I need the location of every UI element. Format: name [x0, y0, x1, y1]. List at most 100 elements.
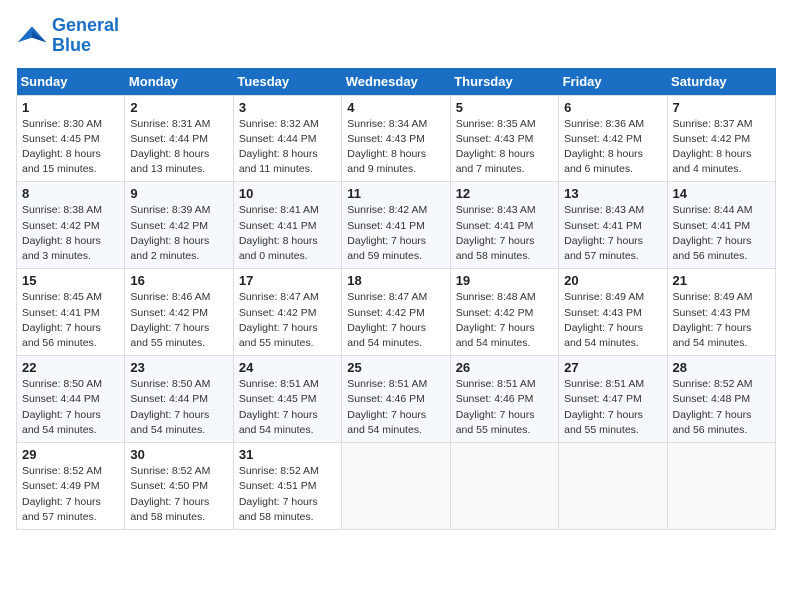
weekday-header-wednesday: Wednesday — [342, 68, 450, 96]
calendar-cell: 9 Sunrise: 8:39 AMSunset: 4:42 PMDayligh… — [125, 182, 233, 269]
day-info: Sunrise: 8:30 AMSunset: 4:45 PMDaylight:… — [22, 117, 119, 178]
calendar-cell: 22 Sunrise: 8:50 AMSunset: 4:44 PMDaylig… — [17, 356, 125, 443]
calendar-cell: 11 Sunrise: 8:42 AMSunset: 4:41 PMDaylig… — [342, 182, 450, 269]
day-info: Sunrise: 8:49 AMSunset: 4:43 PMDaylight:… — [564, 290, 661, 351]
calendar-cell: 18 Sunrise: 8:47 AMSunset: 4:42 PMDaylig… — [342, 269, 450, 356]
calendar-row-1: 1 Sunrise: 8:30 AMSunset: 4:45 PMDayligh… — [17, 95, 776, 182]
day-info: Sunrise: 8:50 AMSunset: 4:44 PMDaylight:… — [130, 377, 227, 438]
day-number: 7 — [673, 100, 770, 115]
day-info: Sunrise: 8:51 AMSunset: 4:46 PMDaylight:… — [456, 377, 553, 438]
day-number: 11 — [347, 186, 444, 201]
calendar-cell: 12 Sunrise: 8:43 AMSunset: 4:41 PMDaylig… — [450, 182, 558, 269]
day-info: Sunrise: 8:45 AMSunset: 4:41 PMDaylight:… — [22, 290, 119, 351]
day-number: 27 — [564, 360, 661, 375]
day-info: Sunrise: 8:31 AMSunset: 4:44 PMDaylight:… — [130, 117, 227, 178]
day-number: 21 — [673, 273, 770, 288]
calendar-cell — [559, 443, 667, 530]
day-number: 15 — [22, 273, 119, 288]
day-number: 28 — [673, 360, 770, 375]
logo-text: General Blue — [52, 16, 119, 56]
day-info: Sunrise: 8:32 AMSunset: 4:44 PMDaylight:… — [239, 117, 336, 178]
calendar-cell: 6 Sunrise: 8:36 AMSunset: 4:42 PMDayligh… — [559, 95, 667, 182]
day-number: 13 — [564, 186, 661, 201]
weekday-header-sunday: Sunday — [17, 68, 125, 96]
calendar-cell: 27 Sunrise: 8:51 AMSunset: 4:47 PMDaylig… — [559, 356, 667, 443]
day-info: Sunrise: 8:41 AMSunset: 4:41 PMDaylight:… — [239, 203, 336, 264]
day-info: Sunrise: 8:46 AMSunset: 4:42 PMDaylight:… — [130, 290, 227, 351]
day-number: 9 — [130, 186, 227, 201]
calendar-cell: 16 Sunrise: 8:46 AMSunset: 4:42 PMDaylig… — [125, 269, 233, 356]
day-info: Sunrise: 8:34 AMSunset: 4:43 PMDaylight:… — [347, 117, 444, 178]
page-header: General Blue — [16, 16, 776, 56]
day-info: Sunrise: 8:43 AMSunset: 4:41 PMDaylight:… — [564, 203, 661, 264]
day-number: 3 — [239, 100, 336, 115]
calendar-cell: 15 Sunrise: 8:45 AMSunset: 4:41 PMDaylig… — [17, 269, 125, 356]
day-info: Sunrise: 8:48 AMSunset: 4:42 PMDaylight:… — [456, 290, 553, 351]
day-number: 14 — [673, 186, 770, 201]
calendar-cell: 8 Sunrise: 8:38 AMSunset: 4:42 PMDayligh… — [17, 182, 125, 269]
day-number: 6 — [564, 100, 661, 115]
weekday-header-saturday: Saturday — [667, 68, 775, 96]
day-number: 4 — [347, 100, 444, 115]
calendar-cell: 20 Sunrise: 8:49 AMSunset: 4:43 PMDaylig… — [559, 269, 667, 356]
day-number: 23 — [130, 360, 227, 375]
calendar-cell: 29 Sunrise: 8:52 AMSunset: 4:49 PMDaylig… — [17, 443, 125, 530]
calendar-cell: 25 Sunrise: 8:51 AMSunset: 4:46 PMDaylig… — [342, 356, 450, 443]
calendar-cell — [342, 443, 450, 530]
calendar-cell: 17 Sunrise: 8:47 AMSunset: 4:42 PMDaylig… — [233, 269, 341, 356]
calendar-cell: 5 Sunrise: 8:35 AMSunset: 4:43 PMDayligh… — [450, 95, 558, 182]
day-number: 17 — [239, 273, 336, 288]
day-info: Sunrise: 8:49 AMSunset: 4:43 PMDaylight:… — [673, 290, 770, 351]
day-info: Sunrise: 8:35 AMSunset: 4:43 PMDaylight:… — [456, 117, 553, 178]
weekday-header-monday: Monday — [125, 68, 233, 96]
day-info: Sunrise: 8:36 AMSunset: 4:42 PMDaylight:… — [564, 117, 661, 178]
calendar-cell: 3 Sunrise: 8:32 AMSunset: 4:44 PMDayligh… — [233, 95, 341, 182]
day-number: 26 — [456, 360, 553, 375]
calendar-cell: 14 Sunrise: 8:44 AMSunset: 4:41 PMDaylig… — [667, 182, 775, 269]
day-info: Sunrise: 8:43 AMSunset: 4:41 PMDaylight:… — [456, 203, 553, 264]
day-info: Sunrise: 8:51 AMSunset: 4:47 PMDaylight:… — [564, 377, 661, 438]
day-info: Sunrise: 8:51 AMSunset: 4:45 PMDaylight:… — [239, 377, 336, 438]
logo-icon — [16, 20, 48, 52]
day-info: Sunrise: 8:52 AMSunset: 4:49 PMDaylight:… — [22, 464, 119, 525]
day-info: Sunrise: 8:52 AMSunset: 4:50 PMDaylight:… — [130, 464, 227, 525]
day-number: 12 — [456, 186, 553, 201]
calendar-cell: 4 Sunrise: 8:34 AMSunset: 4:43 PMDayligh… — [342, 95, 450, 182]
day-number: 29 — [22, 447, 119, 462]
day-info: Sunrise: 8:42 AMSunset: 4:41 PMDaylight:… — [347, 203, 444, 264]
calendar-cell: 23 Sunrise: 8:50 AMSunset: 4:44 PMDaylig… — [125, 356, 233, 443]
day-info: Sunrise: 8:51 AMSunset: 4:46 PMDaylight:… — [347, 377, 444, 438]
calendar-cell: 24 Sunrise: 8:51 AMSunset: 4:45 PMDaylig… — [233, 356, 341, 443]
day-number: 2 — [130, 100, 227, 115]
calendar-cell: 26 Sunrise: 8:51 AMSunset: 4:46 PMDaylig… — [450, 356, 558, 443]
calendar-row-2: 8 Sunrise: 8:38 AMSunset: 4:42 PMDayligh… — [17, 182, 776, 269]
day-info: Sunrise: 8:47 AMSunset: 4:42 PMDaylight:… — [347, 290, 444, 351]
day-number: 25 — [347, 360, 444, 375]
logo: General Blue — [16, 16, 119, 56]
calendar-cell: 31 Sunrise: 8:52 AMSunset: 4:51 PMDaylig… — [233, 443, 341, 530]
calendar-cell — [450, 443, 558, 530]
day-number: 19 — [456, 273, 553, 288]
day-number: 16 — [130, 273, 227, 288]
day-info: Sunrise: 8:52 AMSunset: 4:48 PMDaylight:… — [673, 377, 770, 438]
calendar-row-5: 29 Sunrise: 8:52 AMSunset: 4:49 PMDaylig… — [17, 443, 776, 530]
calendar-cell: 21 Sunrise: 8:49 AMSunset: 4:43 PMDaylig… — [667, 269, 775, 356]
day-number: 22 — [22, 360, 119, 375]
day-number: 31 — [239, 447, 336, 462]
day-info: Sunrise: 8:38 AMSunset: 4:42 PMDaylight:… — [22, 203, 119, 264]
calendar-cell: 2 Sunrise: 8:31 AMSunset: 4:44 PMDayligh… — [125, 95, 233, 182]
day-number: 18 — [347, 273, 444, 288]
day-info: Sunrise: 8:39 AMSunset: 4:42 PMDaylight:… — [130, 203, 227, 264]
weekday-header-thursday: Thursday — [450, 68, 558, 96]
weekday-header-friday: Friday — [559, 68, 667, 96]
calendar-cell: 10 Sunrise: 8:41 AMSunset: 4:41 PMDaylig… — [233, 182, 341, 269]
day-info: Sunrise: 8:52 AMSunset: 4:51 PMDaylight:… — [239, 464, 336, 525]
day-number: 8 — [22, 186, 119, 201]
calendar-cell: 1 Sunrise: 8:30 AMSunset: 4:45 PMDayligh… — [17, 95, 125, 182]
calendar-cell: 7 Sunrise: 8:37 AMSunset: 4:42 PMDayligh… — [667, 95, 775, 182]
weekday-header-tuesday: Tuesday — [233, 68, 341, 96]
day-number: 1 — [22, 100, 119, 115]
day-info: Sunrise: 8:50 AMSunset: 4:44 PMDaylight:… — [22, 377, 119, 438]
day-number: 20 — [564, 273, 661, 288]
day-info: Sunrise: 8:37 AMSunset: 4:42 PMDaylight:… — [673, 117, 770, 178]
